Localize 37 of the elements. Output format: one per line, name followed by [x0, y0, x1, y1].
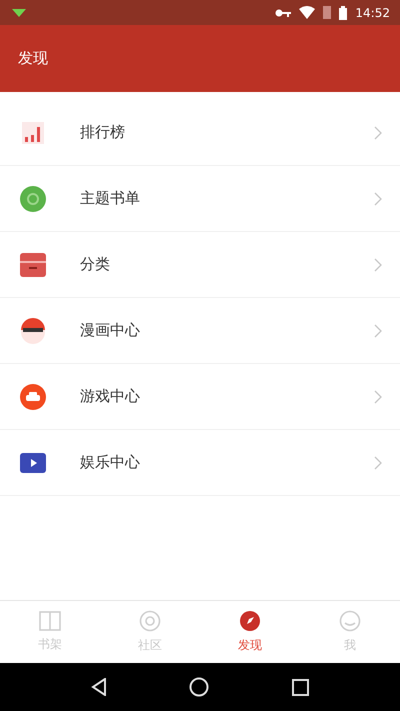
home-icon[interactable] [189, 677, 210, 697]
notification-icon [12, 8, 26, 16]
page-title: 发现 [18, 49, 48, 68]
chevron-right-icon [374, 126, 382, 140]
menu-row[interactable]: 排行榜 [0, 100, 400, 166]
recents-icon[interactable] [292, 678, 309, 696]
drawer-icon [20, 252, 46, 276]
menu-label: 漫画中心 [80, 321, 141, 340]
compass-icon [139, 610, 161, 632]
book-icon [39, 611, 61, 631]
key-icon [275, 8, 292, 16]
menu-row[interactable]: 游戏中心 [0, 364, 400, 430]
chevron-right-icon [374, 324, 382, 338]
play-icon [20, 452, 46, 472]
chevron-right-icon [374, 192, 382, 206]
menu-row[interactable]: 娱乐中心 [0, 430, 400, 496]
bar-chart-icon [21, 120, 45, 144]
menu-row[interactable]: 分类 [0, 232, 400, 298]
menu-label: 娱乐中心 [80, 453, 141, 472]
battery-icon [339, 6, 348, 20]
wifi-icon [299, 6, 316, 19]
chevron-right-icon [374, 456, 382, 470]
menu-label: 排行榜 [80, 123, 126, 142]
menu-label: 分类 [80, 255, 111, 274]
menu-label: 主题书单 [80, 189, 141, 208]
menu-row[interactable]: 漫画中心 [0, 298, 400, 364]
clock-time: 14:52 [355, 6, 390, 20]
chevron-right-icon [374, 258, 382, 272]
smiley-icon [339, 610, 361, 632]
menu-label: 游戏中心 [80, 387, 141, 406]
chevron-right-icon [374, 390, 382, 404]
back-icon[interactable] [91, 678, 108, 696]
compass-icon [239, 610, 261, 632]
circle-icon [20, 186, 46, 212]
signal-icon [323, 6, 332, 19]
cartoon-face-icon [20, 318, 46, 344]
menu-row[interactable]: 主题书单 [0, 166, 400, 232]
